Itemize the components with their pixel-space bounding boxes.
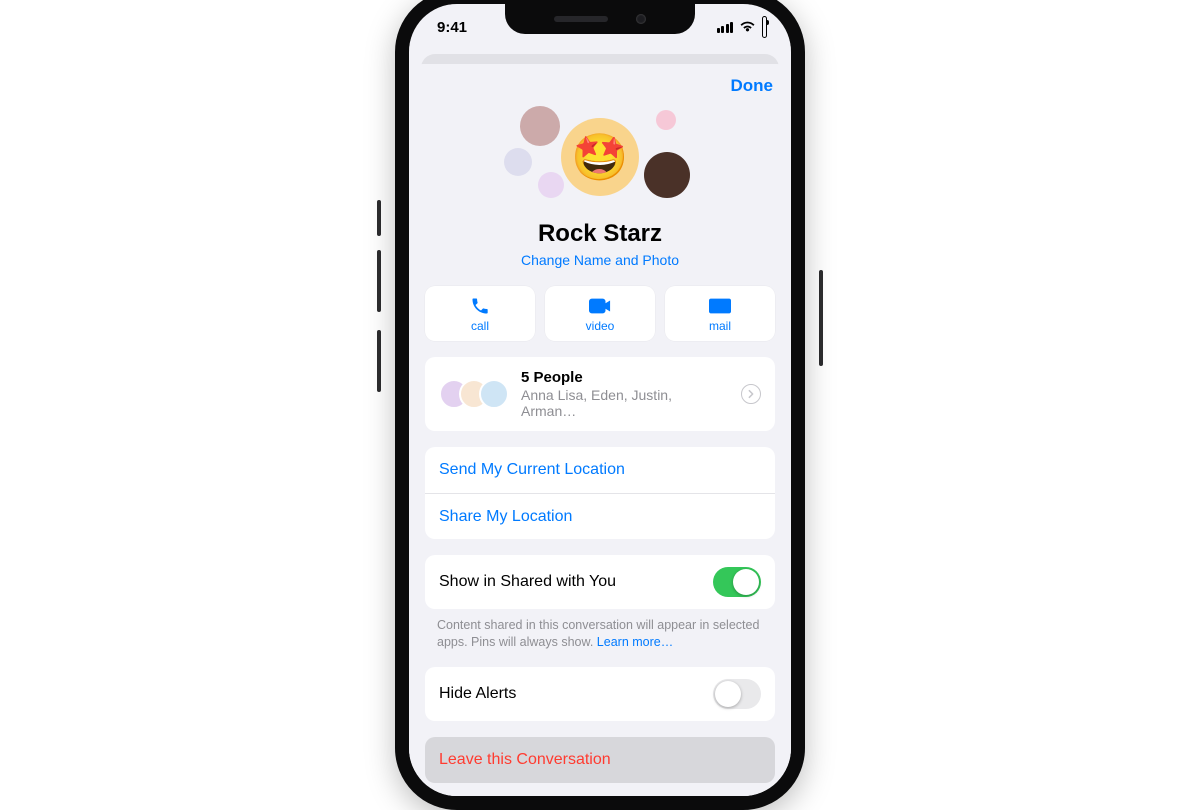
member-avatar xyxy=(656,110,676,130)
video-button[interactable]: video xyxy=(545,286,655,341)
member-avatar xyxy=(504,148,532,176)
member-avatar xyxy=(644,152,690,198)
people-names: Anna Lisa, Eden, Justin, Arman… xyxy=(521,387,729,419)
people-row[interactable]: 5 People Anna Lisa, Eden, Justin, Arman… xyxy=(425,357,775,431)
share-location-button[interactable]: Share My Location xyxy=(425,493,775,539)
hide-alerts-toggle[interactable] xyxy=(713,679,761,709)
leave-conversation-button[interactable]: Leave this Conversation xyxy=(425,737,775,783)
phone-frame: 9:41 Done 🤩 xyxy=(395,0,805,810)
done-button[interactable]: Done xyxy=(731,76,774,96)
shared-with-you-toggle[interactable] xyxy=(713,567,761,597)
mail-button[interactable]: mail xyxy=(665,286,775,341)
details-sheet: Done 🤩 Rock Starz Change Name and Photo xyxy=(409,64,791,796)
battery-icon xyxy=(762,19,767,36)
shared-with-you-label: Show in Shared with You xyxy=(439,573,701,591)
status-time: 9:41 xyxy=(437,19,467,36)
wifi-icon xyxy=(739,19,756,36)
mail-icon xyxy=(709,296,731,316)
notch xyxy=(505,4,695,34)
member-avatar xyxy=(520,106,560,146)
shared-with-you-note: Content shared in this conversation will… xyxy=(409,609,791,651)
group-title: Rock Starz xyxy=(409,220,791,248)
learn-more-link[interactable]: Learn more… xyxy=(597,635,673,649)
member-avatar xyxy=(538,172,564,198)
video-icon xyxy=(589,296,611,316)
cellular-signal-icon xyxy=(717,22,734,33)
change-name-photo-button[interactable]: Change Name and Photo xyxy=(409,252,791,268)
mail-label: mail xyxy=(709,319,731,333)
group-avatar-cluster[interactable]: 🤩 xyxy=(409,98,791,218)
chevron-right-icon xyxy=(741,384,761,404)
people-avatars xyxy=(439,379,509,409)
hide-alerts-label: Hide Alerts xyxy=(439,685,701,703)
call-label: call xyxy=(471,319,489,333)
hide-alerts-row: Hide Alerts xyxy=(425,667,775,721)
video-label: video xyxy=(586,319,615,333)
call-button[interactable]: call xyxy=(425,286,535,341)
phone-icon xyxy=(470,296,490,316)
shared-with-you-row: Show in Shared with You xyxy=(425,555,775,609)
send-location-button[interactable]: Send My Current Location xyxy=(425,447,775,493)
people-count: 5 People xyxy=(521,369,729,386)
group-photo-main: 🤩 xyxy=(561,118,639,196)
